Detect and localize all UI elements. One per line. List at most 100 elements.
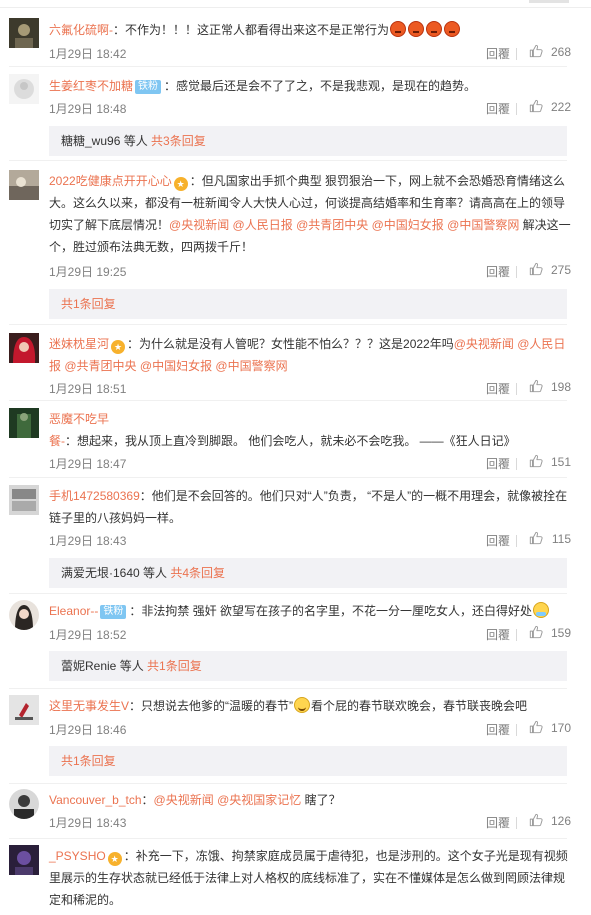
like-icon[interactable]	[529, 99, 543, 113]
avatar[interactable]	[9, 170, 39, 200]
mention-link[interactable]: @央视新闻	[454, 337, 514, 351]
comment-username[interactable]: _PSYSHO	[49, 849, 106, 863]
comment-body: 手机1472580369：他们是不会回答的。他们只对“人”负责， “不是人”的一…	[49, 485, 571, 529]
mention-link[interactable]: @中国警察网	[447, 218, 519, 232]
sub-reply-box[interactable]: 共1条回复	[49, 289, 567, 319]
mention-link[interactable]: @央视新闻	[169, 218, 229, 232]
smile-emoji	[294, 697, 311, 713]
angry-emoji	[444, 21, 461, 37]
like-icon[interactable]	[529, 813, 543, 827]
reply-button[interactable]: 回覆	[486, 263, 510, 280]
comment-time: 1月29日 18:46	[49, 723, 127, 737]
reply-button[interactable]: 回覆	[486, 100, 510, 117]
sub-reply-username: 糖糖_wu96	[61, 134, 121, 148]
sub-reply-box[interactable]: 糖糖_wu96 等人 共3条回复	[49, 126, 567, 156]
comment-time: 1月29日 18:43	[49, 534, 127, 548]
angry-emoji	[426, 21, 443, 37]
mention-link[interactable]: @中国妇女报	[372, 218, 444, 232]
comment-username[interactable]: 这里无事发生V	[49, 699, 129, 713]
comment-username[interactable]: Vancouver_b_tch	[49, 793, 142, 807]
avatar[interactable]	[9, 600, 39, 630]
like-icon[interactable]	[529, 262, 543, 276]
sub-reply-username: 蕾妮Renie	[61, 659, 117, 673]
sub-reply-count-link[interactable]: 共3条回复	[151, 134, 206, 148]
fan-badge: 铁粉	[100, 605, 127, 619]
like-icon[interactable]	[529, 720, 543, 734]
sub-reply-text: 等人	[139, 566, 171, 580]
separator	[516, 266, 517, 278]
angry-emoji	[408, 21, 425, 37]
comment-body: Vancouver_b_tch：@央视新闻 @央视国家记忆 瞎了？	[49, 789, 571, 811]
divider	[9, 160, 567, 161]
comment-time: 1月29日 18:48	[49, 102, 127, 116]
separator	[516, 817, 517, 829]
comment-username[interactable]: 生姜红枣不加糖	[49, 79, 133, 93]
like-icon[interactable]	[529, 454, 543, 468]
avatar[interactable]	[9, 789, 39, 819]
comment-text: ：只想说去他爹的“温暖的春节”	[129, 699, 294, 713]
avatar[interactable]	[9, 74, 39, 104]
avatar[interactable]	[9, 695, 39, 725]
sub-reply-username: 满爱无垠·1640	[61, 566, 140, 580]
separator	[516, 724, 517, 736]
avatar[interactable]	[9, 18, 39, 48]
comment-text: ：	[141, 793, 154, 807]
comment-meta: 1月29日 18:52 回覆 159	[49, 626, 571, 644]
sub-reply-box[interactable]: 共1条回复	[49, 746, 567, 776]
like-count: 151	[550, 455, 571, 469]
avatar[interactable]	[9, 408, 39, 438]
sub-reply-text: 等人	[116, 659, 148, 673]
comment-time: 1月29日 18:47	[49, 457, 127, 471]
mention-link[interactable]: @共青团中央	[64, 359, 136, 373]
comment-username[interactable]: 迷妹枕星河	[49, 337, 109, 351]
reply-button[interactable]: 回覆	[486, 455, 510, 472]
sub-reply-count-link[interactable]: 共4条回复	[170, 566, 225, 580]
like-icon[interactable]	[529, 379, 543, 393]
like-count: 268	[550, 45, 571, 59]
sub-reply-count-link[interactable]: 共1条回复	[61, 297, 116, 311]
sub-reply-box[interactable]: 蕾妮Renie 等人 共1条回复	[49, 651, 567, 681]
previous-comment-meta-fragment	[529, 0, 569, 3]
sub-reply-count-link[interactable]: 共1条回复	[61, 754, 116, 768]
comment-text: ：不作为！！！这正常人都看得出来这不是正常行为	[113, 23, 390, 37]
reply-button[interactable]: 回覆	[486, 721, 510, 738]
reply-button[interactable]: 回覆	[486, 380, 510, 397]
comment-text: 瞎了？	[301, 793, 341, 807]
reply-button[interactable]: 回覆	[486, 814, 510, 831]
like-count: 126	[550, 814, 571, 828]
previous-comment-edge	[0, 0, 591, 8]
mention-link[interactable]: @央视国家记忆	[217, 793, 301, 807]
comment-username[interactable]: Eleanor--	[49, 604, 98, 618]
avatar[interactable]	[9, 845, 39, 875]
comment-meta: 1月29日 18:42 回覆 268	[49, 45, 571, 63]
reply-button[interactable]: 回覆	[486, 532, 510, 549]
comment-time: 1月29日 18:43	[49, 816, 127, 830]
comment-username[interactable]: 2022吃健康点开开心心	[49, 174, 172, 188]
comment-body: 恶魔不吃早餐-：想起来，我从顶上直冷到脚跟。 他们会吃人，就未必不会吃我。 ——…	[49, 408, 571, 452]
mention-link[interactable]: @央视新闻	[154, 793, 214, 807]
mention-link[interactable]: @人民日报	[233, 218, 293, 232]
avatar[interactable]	[9, 485, 39, 515]
comment-username[interactable]: 六氟化硫啊-	[49, 23, 113, 37]
comment-body: Eleanor-- 铁粉 ：非法拘禁 强奸 欲望写在孩子的名字里，不花一分一厘吃女人…	[49, 600, 571, 622]
separator	[516, 383, 517, 395]
like-icon[interactable]	[529, 44, 543, 58]
reply-button[interactable]: 回覆	[486, 45, 510, 62]
like-icon[interactable]	[529, 625, 543, 639]
mention-link[interactable]: @共青团中央	[296, 218, 368, 232]
like-icon[interactable]	[529, 531, 543, 545]
comment-text: ：为什么就是没有人管呢？女性能不怕么？？？这是2022年吗	[127, 337, 454, 351]
comment-body: _PSYSHO ★ ：补充一下，冻饿、拘禁家庭成员属于虐待犯，也是涉刑的。这个女子光…	[49, 845, 571, 911]
mention-link[interactable]: @中国警察网	[215, 359, 287, 373]
sub-reply-count-link[interactable]: 共1条回复	[147, 659, 202, 673]
comment-username[interactable]: 手机1472580369	[49, 489, 140, 503]
sub-reply-box[interactable]: 满爱无垠·1640 等人 共4条回复	[49, 558, 567, 588]
comment-body: 这里无事发生V：只想说去他爹的“温暖的春节” 看个屁的春节联欢晚会，春节联丧晚会吧	[49, 695, 571, 717]
fan-badge: 铁粉	[135, 80, 162, 94]
avatar[interactable]	[9, 333, 39, 363]
reply-button[interactable]: 回覆	[486, 626, 510, 643]
mention-link[interactable]: @中国妇女报	[140, 359, 212, 373]
comment-text: 看个屁的春节联欢晚会，春节联丧晚会吧	[311, 699, 528, 713]
separator	[516, 103, 517, 115]
like-count: 115	[551, 532, 571, 546]
